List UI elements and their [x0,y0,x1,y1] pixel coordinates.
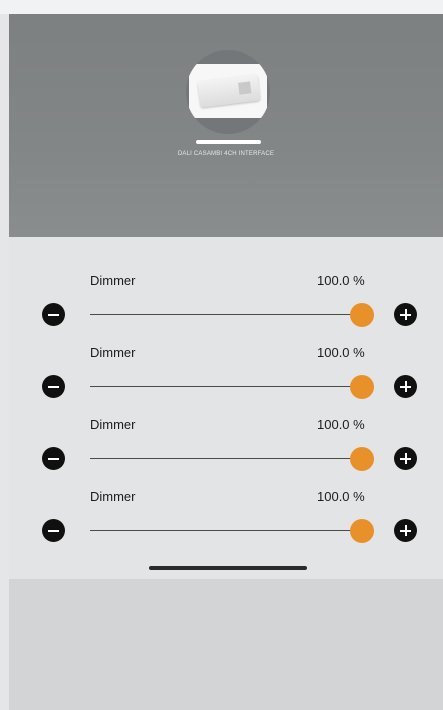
minus-icon [48,458,59,460]
dimmer-label: Dimmer [90,273,136,288]
dimmer-value: 100.0 % [317,273,365,288]
increase-button[interactable] [394,519,417,542]
slider-track[interactable] [90,458,371,459]
status-bar-area [0,0,443,14]
decrease-button[interactable] [42,519,65,542]
dimmer-panel: Dimmer 100.0 % Dimmer 100.0 % Dimmer 100… [9,237,443,579]
home-indicator[interactable] [149,566,307,570]
device-header: DALI CASAMBI 4CH INTERFACE [9,14,443,237]
slider-track[interactable] [90,386,371,387]
dimmer-label: Dimmer [90,489,136,504]
dimmer-row: Dimmer 100.0 % [9,251,443,327]
dimmer-row: Dimmer 100.0 % [9,467,443,543]
slider-thumb[interactable] [350,519,374,543]
slider-track[interactable] [90,530,371,531]
name-underline [196,140,261,144]
dimmer-value: 100.0 % [317,489,365,504]
dimmer-row: Dimmer 100.0 % [9,395,443,471]
dimmer-row: Dimmer 100.0 % [9,323,443,399]
minus-icon [48,386,59,388]
minus-icon [48,530,59,532]
device-avatar[interactable] [186,50,270,134]
dimmer-value: 100.0 % [317,417,365,432]
device-box-graphic [197,74,261,108]
minus-icon [48,314,59,316]
dimmer-label: Dimmer [90,417,136,432]
slider-track[interactable] [90,314,371,315]
dimmer-value: 100.0 % [317,345,365,360]
device-name: DALI CASAMBI 4CH INTERFACE [177,151,275,157]
device-sheet: DALI CASAMBI 4CH INTERFACE Dimmer 100.0 … [9,14,443,710]
device-image [189,64,267,118]
dimmer-label: Dimmer [90,345,136,360]
